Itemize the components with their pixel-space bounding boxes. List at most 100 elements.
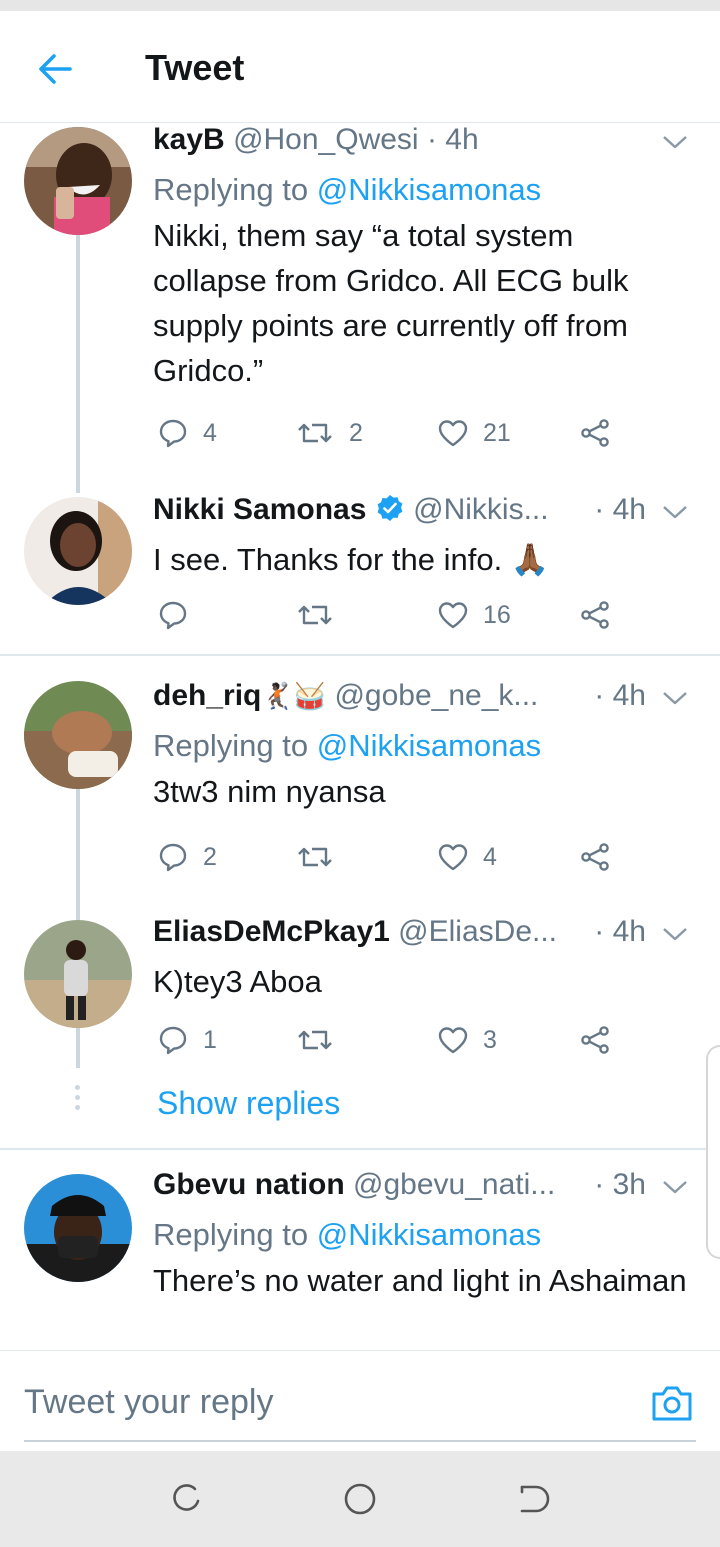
- chevron-down-icon[interactable]: [660, 687, 690, 709]
- display-name[interactable]: kayB: [153, 123, 225, 156]
- display-name[interactable]: Gbevu nation: [153, 1168, 345, 1201]
- tweet-text: K)tey3 Aboa: [153, 964, 322, 999]
- reply-button[interactable]: 1: [157, 1020, 217, 1060]
- home-icon[interactable]: [338, 1479, 382, 1519]
- edge-panel-handle[interactable]: [706, 1045, 720, 1259]
- retweet-icon: [295, 841, 335, 873]
- tweet-text: 3tw3 nim nyansa: [153, 774, 386, 809]
- reply-count: 1: [203, 1025, 217, 1054]
- tweet-text: There’s no water and light in Ashaiman: [153, 1263, 687, 1298]
- thread-connector: [76, 1028, 80, 1068]
- conversation-divider: [0, 1148, 720, 1150]
- chevron-down-icon[interactable]: [660, 1176, 690, 1198]
- reply-button[interactable]: 4: [157, 413, 217, 453]
- name-emojis: 🤾🏿🥁: [261, 681, 327, 711]
- thread-connector: [76, 235, 80, 493]
- tweet-actions: 16: [153, 595, 653, 635]
- replying-to: Replying to @Nikkisamonas: [153, 723, 690, 769]
- status-bar: [0, 0, 720, 11]
- share-icon: [579, 841, 611, 873]
- retweet-button[interactable]: [295, 1020, 335, 1060]
- speech-bubble-icon: [157, 417, 189, 449]
- user-handle[interactable]: @gobe_ne_k...: [334, 679, 538, 712]
- avatar[interactable]: [24, 681, 132, 789]
- more-replies-dots: [75, 1085, 81, 1115]
- like-count: 16: [483, 600, 511, 629]
- display-name[interactable]: EliasDeMcPkay1: [153, 915, 390, 948]
- avatar[interactable]: [24, 497, 132, 605]
- user-handle[interactable]: @EliasDe...: [398, 915, 557, 948]
- user-handle[interactable]: @Nikkis...: [413, 493, 548, 526]
- tweet-actions: 4 2 21: [153, 413, 653, 453]
- top-app-bar: Tweet: [0, 11, 720, 123]
- display-name[interactable]: Nikki Samonas: [153, 493, 366, 526]
- reply-composer: Tweet your reply: [0, 1350, 720, 1452]
- arrow-left-icon[interactable]: [30, 47, 82, 91]
- back-nav-icon[interactable]: [512, 1479, 556, 1519]
- speech-bubble-icon: [157, 841, 189, 873]
- timestamp: · 4h: [594, 493, 646, 526]
- heart-icon: [437, 599, 469, 631]
- heart-icon: [437, 841, 469, 873]
- share-button[interactable]: [579, 413, 611, 453]
- heart-icon: [437, 1024, 469, 1056]
- tweet-text: Nikki, them say “a total system collapse…: [153, 218, 629, 388]
- show-replies-link[interactable]: Show replies: [157, 1085, 340, 1122]
- speech-bubble-icon: [157, 1024, 189, 1056]
- retweet-count: 2: [349, 418, 363, 447]
- chevron-down-icon[interactable]: [660, 131, 690, 153]
- replying-prefix: Replying to: [153, 1217, 317, 1252]
- share-button[interactable]: [579, 837, 611, 877]
- mention-link[interactable]: @Nikkisamonas: [317, 172, 541, 207]
- retweet-button[interactable]: [295, 837, 335, 877]
- chevron-down-icon[interactable]: [660, 501, 690, 523]
- retweet-button[interactable]: 2: [295, 413, 363, 453]
- thread-connector: [76, 788, 80, 922]
- like-count: 21: [483, 418, 511, 447]
- replying-to: Replying to @Nikkisamonas: [153, 1212, 690, 1258]
- user-handle[interactable]: @gbevu_nati...: [353, 1168, 555, 1201]
- reply-button[interactable]: [157, 595, 189, 635]
- like-button[interactable]: 3: [437, 1020, 497, 1060]
- reply-input-underline: [24, 1440, 696, 1442]
- like-button[interactable]: 21: [437, 413, 511, 453]
- like-button[interactable]: 16: [437, 595, 511, 635]
- tweet-text: I see. Thanks for the info. 🙏🏾: [153, 542, 550, 577]
- tweet-header: EliasDeMcPkay1 @EliasDe... · 4h: [153, 915, 690, 959]
- reply-thread[interactable]: kayB @Hon_Qwesi · 4h Replying to @Nikkis…: [0, 123, 720, 1350]
- tweet-actions: 1 3: [153, 1020, 653, 1060]
- mention-link[interactable]: @Nikkisamonas: [317, 728, 541, 763]
- tweet-actions: 2 4: [153, 837, 653, 877]
- reply-button[interactable]: 2: [157, 837, 217, 877]
- retweet-button[interactable]: [295, 595, 335, 635]
- avatar[interactable]: [24, 127, 132, 235]
- reply-count: 2: [203, 842, 217, 871]
- share-icon: [579, 417, 611, 449]
- user-handle[interactable]: @Hon_Qwesi: [233, 123, 419, 156]
- replying-prefix: Replying to: [153, 728, 317, 763]
- reply-input[interactable]: Tweet your reply: [24, 1383, 273, 1422]
- share-button[interactable]: [579, 1020, 611, 1060]
- avatar[interactable]: [24, 920, 132, 1028]
- display-name[interactable]: deh_riq: [153, 679, 261, 712]
- share-button[interactable]: [579, 595, 611, 635]
- chevron-down-icon[interactable]: [660, 923, 690, 945]
- reply-count: 4: [203, 418, 217, 447]
- share-icon: [579, 1024, 611, 1056]
- tweet-header: deh_riq🤾🏿🥁 @gobe_ne_k... · 4h: [153, 679, 690, 723]
- recent-apps-icon[interactable]: [164, 1479, 208, 1519]
- timestamp: · 4h: [426, 123, 479, 156]
- verified-badge-icon: [377, 495, 403, 521]
- camera-icon[interactable]: [650, 1383, 694, 1423]
- replying-prefix: Replying to: [153, 172, 317, 207]
- tweet-header: kayB @Hon_Qwesi · 4h: [153, 123, 690, 167]
- timestamp: · 4h: [594, 915, 646, 948]
- like-button[interactable]: 4: [437, 837, 497, 877]
- avatar[interactable]: [24, 1174, 132, 1282]
- heart-icon: [437, 417, 469, 449]
- like-count: 3: [483, 1025, 497, 1054]
- tweet-header: Nikki Samonas @Nikkis... · 4h: [153, 493, 690, 537]
- mention-link[interactable]: @Nikkisamonas: [317, 1217, 541, 1252]
- timestamp: · 4h: [594, 679, 646, 712]
- retweet-icon: [295, 417, 335, 449]
